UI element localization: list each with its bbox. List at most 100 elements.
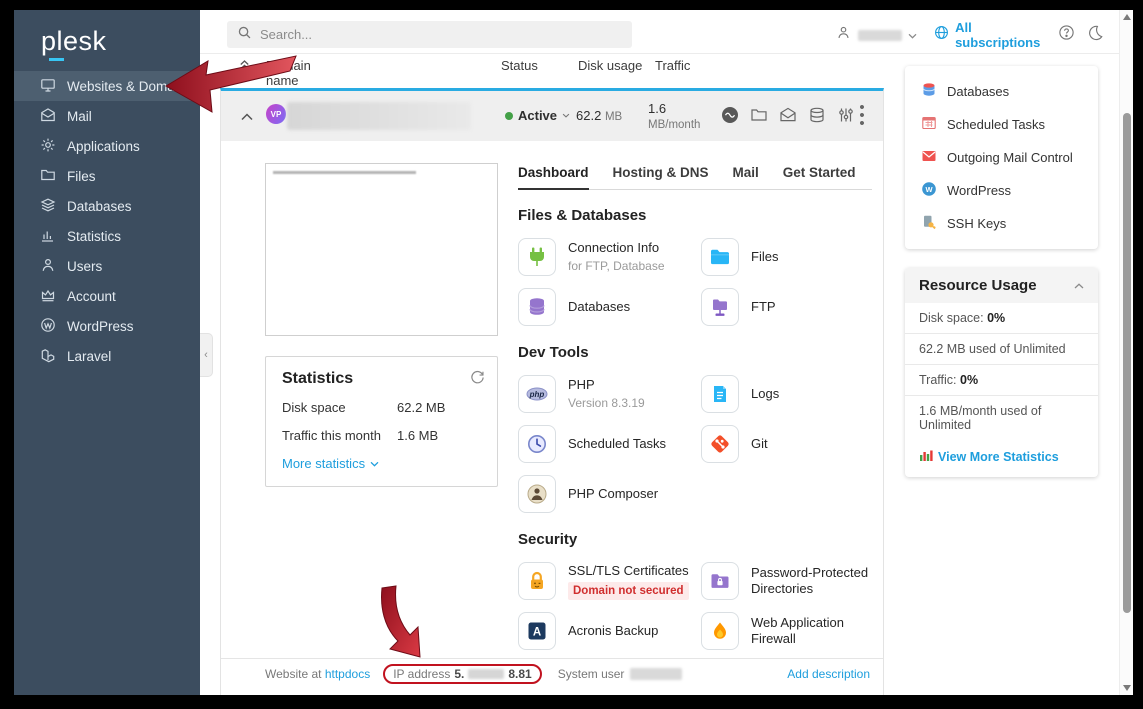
tile-web-application-firewall[interactable]: Web Application Firewall <box>701 611 872 651</box>
traffic-value: 1.6MB/month <box>648 101 700 133</box>
shortcut-outgoing-mail-control[interactable]: Outgoing Mail Control <box>905 141 1098 174</box>
tile-ftp[interactable]: FTP <box>701 287 872 327</box>
ip-address-highlight: IP address 5. 8.81 <box>383 664 542 684</box>
sidebar-item-account[interactable]: Account <box>14 281 200 311</box>
chevron-down-icon[interactable] <box>908 26 917 44</box>
statistics-card: Statistics Disk space 62.2 MB Traffic th… <box>265 356 498 487</box>
tile-databases[interactable]: Databases <box>518 287 701 327</box>
plesk-logo: plesk <box>14 10 200 61</box>
tile-scheduled-tasks[interactable]: Scheduled Tasks <box>518 424 701 464</box>
sidebar-item-label: Applications <box>67 139 140 154</box>
sidebar-item-wordpress[interactable]: WordPress <box>14 311 200 341</box>
collapse-row-icon[interactable] <box>241 108 253 126</box>
sidebar-item-laravel[interactable]: Laravel <box>14 341 200 371</box>
bar-chart-icon <box>40 227 56 246</box>
httpdocs-link[interactable]: httpdocs <box>325 667 370 681</box>
search-input[interactable] <box>260 27 600 42</box>
tile-files[interactable]: Files <box>701 237 872 277</box>
ssl-lock-icon <box>518 562 556 600</box>
dark-mode-moon-icon[interactable] <box>1087 24 1104 46</box>
resource-usage-header[interactable]: Resource Usage <box>905 268 1098 303</box>
monitor-icon <box>40 77 56 96</box>
vertical-scrollbar[interactable] <box>1119 10 1133 695</box>
sort-descending-icon: ↓ <box>266 58 273 73</box>
column-traffic[interactable]: Traffic <box>655 58 690 73</box>
sidebar-item-applications[interactable]: Applications <box>14 131 200 161</box>
plesk-logo-underline <box>49 58 64 61</box>
mail-icon[interactable] <box>779 106 797 124</box>
sidebar-item-files[interactable]: Files <box>14 161 200 191</box>
scrollbar-thumb[interactable] <box>1123 113 1131 613</box>
tile-sublabel: Version 8.3.19 <box>568 395 645 411</box>
plesk-window: plesk Websites & Domains Mail Applicatio… <box>14 10 1133 695</box>
column-disk-usage[interactable]: Disk usage <box>578 58 642 73</box>
column-status[interactable]: Status <box>501 58 538 73</box>
sidebar-item-users[interactable]: Users <box>14 251 200 281</box>
search-icon <box>237 25 252 45</box>
shortcut-ssh-keys[interactable]: SSH Keys <box>905 207 1098 240</box>
chevron-down-icon <box>370 461 379 467</box>
collapse-all-icon[interactable] <box>238 58 251 74</box>
redacted-system-user <box>630 668 682 680</box>
ftp-folder-icon <box>701 288 739 326</box>
sidebar-collapse-handle[interactable]: ‹ <box>200 333 213 377</box>
clock-icon <box>518 425 556 463</box>
shortcut-wordpress[interactable]: W WordPress <box>905 174 1098 207</box>
crown-icon <box>40 287 56 306</box>
scroll-up-arrow[interactable] <box>1123 14 1131 20</box>
all-subscriptions-link[interactable]: All subscriptions <box>955 20 1044 50</box>
plug-icon <box>518 238 556 276</box>
database-icon[interactable] <box>808 106 826 124</box>
kebab-menu-icon[interactable]: ••• <box>857 104 867 128</box>
tile-php-composer[interactable]: PHP Composer <box>518 474 701 514</box>
redacted-username[interactable] <box>858 30 902 41</box>
view-more-statistics-link[interactable]: View More Statistics <box>938 450 1059 464</box>
sidebar-item-websites-domains[interactable]: Websites & Domains <box>14 71 200 101</box>
more-statistics-link[interactable]: More statistics <box>282 456 365 471</box>
site-preview-icon[interactable] <box>721 106 739 124</box>
chevron-down-icon <box>562 113 570 118</box>
tile-php[interactable]: php PHPVersion 8.3.19 <box>518 374 701 414</box>
add-description-link[interactable]: Add description <box>787 667 870 681</box>
chevron-up-icon <box>1074 283 1084 289</box>
wordpress-blue-icon: W <box>921 181 937 200</box>
sidebar-item-mail[interactable]: Mail <box>14 101 200 131</box>
tile-connection-info[interactable]: Connection Infofor FTP, Database <box>518 237 701 277</box>
sidebar-item-databases[interactable]: Databases <box>14 191 200 221</box>
gear-icon <box>40 137 56 156</box>
sidebar-item-statistics[interactable]: Statistics <box>14 221 200 251</box>
dashboard-tabs: Dashboard Hosting & DNS Mail Get Started <box>518 165 872 190</box>
tile-password-protected-directories[interactable]: Password-Protected Directories <box>701 561 872 601</box>
website-at-label: Website at <box>265 667 321 681</box>
envelope-icon <box>40 107 56 126</box>
scroll-down-arrow[interactable] <box>1123 685 1131 691</box>
settings-sliders-icon[interactable] <box>837 106 855 124</box>
shortcut-databases[interactable]: Databases <box>905 75 1098 108</box>
refresh-icon[interactable] <box>470 370 485 390</box>
tab-get-started[interactable]: Get Started <box>783 165 856 189</box>
shortcut-scheduled-tasks[interactable]: Scheduled Tasks <box>905 108 1098 141</box>
stat-row-disk-space: Disk space 62.2 MB <box>282 400 481 415</box>
tile-ssl-certificates[interactable]: SSL/TLS CertificatesDomain not secured <box>518 561 701 601</box>
calendar-icon <box>921 115 937 134</box>
tab-hosting-dns[interactable]: Hosting & DNS <box>613 165 709 189</box>
file-manager-icon[interactable] <box>750 106 768 124</box>
sidebar-item-label: Users <box>67 259 102 274</box>
domain-card-footer: Website at httpdocs IP address 5. 8.81 S… <box>221 658 883 695</box>
ip-suffix: 8.81 <box>508 667 531 681</box>
tab-mail[interactable]: Mail <box>733 165 759 189</box>
site-preview-thumbnail[interactable] <box>265 163 498 336</box>
resource-disk-percent: Disk space: 0% <box>905 303 1098 333</box>
folder-icon <box>40 167 56 186</box>
domain-row: VP Active 62.2 MB 1.6MB/month ••• <box>221 91 883 141</box>
tab-dashboard[interactable]: Dashboard <box>518 165 589 190</box>
ip-prefix: 5. <box>454 667 464 681</box>
tile-logs[interactable]: Logs <box>701 374 872 414</box>
help-icon[interactable] <box>1058 24 1075 46</box>
tile-acronis-backup[interactable]: A Acronis Backup <box>518 611 701 651</box>
mini-bar-chart-icon <box>919 449 933 465</box>
redacted-domain-name[interactable] <box>287 102 471 130</box>
status-badge[interactable]: Active <box>505 108 570 123</box>
tile-git[interactable]: Git <box>701 424 872 464</box>
redacted-ip-middle <box>468 669 504 679</box>
